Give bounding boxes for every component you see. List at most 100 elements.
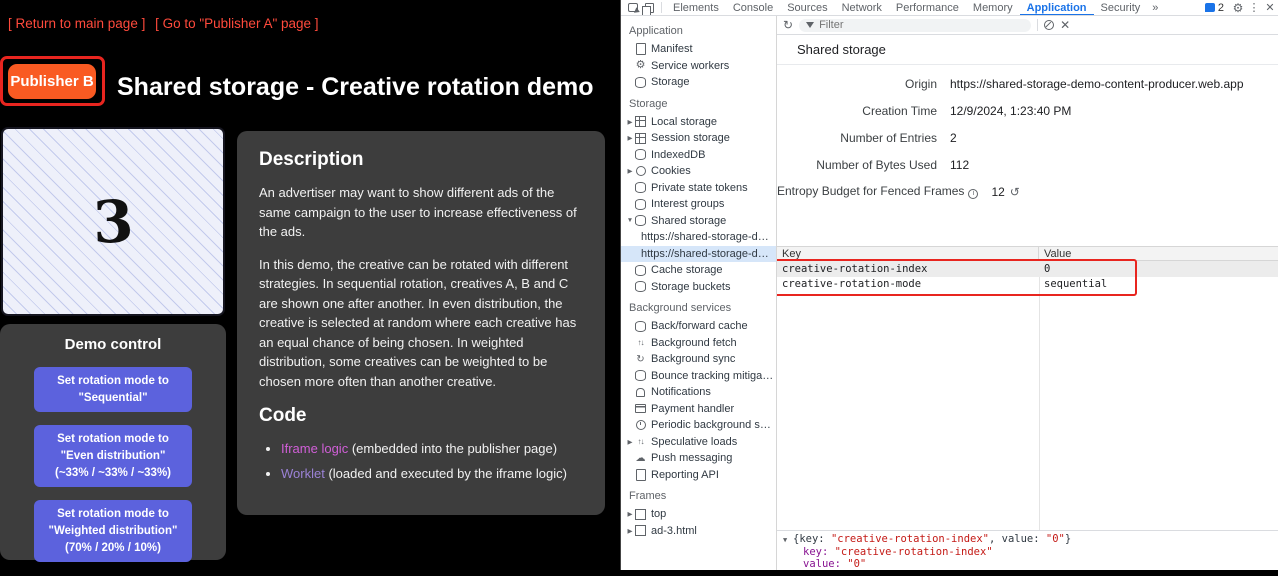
sidebar-item-indexeddb[interactable]: IndexedDB bbox=[621, 147, 776, 164]
tab-performance[interactable]: Performance bbox=[889, 0, 966, 16]
key-value-grid: Key Value creative-rotation-index 0 crea… bbox=[777, 246, 1278, 530]
info-icon[interactable]: i bbox=[968, 189, 978, 199]
sidebar-item-session-storage[interactable]: Session storage bbox=[621, 130, 776, 147]
sidebar-section-background-services: Background services bbox=[621, 295, 776, 318]
iframe-icon bbox=[635, 525, 646, 536]
ad-creative-frame: 3 bbox=[1, 127, 225, 316]
expand-arrow-icon[interactable] bbox=[625, 527, 635, 535]
interest-groups-icon bbox=[635, 199, 646, 210]
grid-column-value[interactable]: Value bbox=[1039, 247, 1278, 260]
expander-icon[interactable]: ▼ bbox=[783, 534, 793, 547]
settings-icon[interactable]: ⚙ bbox=[1230, 1, 1246, 15]
creative-number: 3 bbox=[92, 187, 135, 256]
sidebar-item-reporting-api[interactable]: Reporting API bbox=[621, 467, 776, 484]
sidebar-item-background-sync[interactable]: Background sync bbox=[621, 351, 776, 368]
sidebar-item-push-messaging[interactable]: Push messaging bbox=[621, 450, 776, 467]
sidebar-item-local-storage[interactable]: Local storage bbox=[621, 114, 776, 131]
more-tabs-button[interactable]: » bbox=[1147, 0, 1163, 16]
preview-summary[interactable]: ▼{key: "creative-rotation-index", value:… bbox=[777, 533, 1278, 546]
grid-row-rotation-index[interactable]: creative-rotation-index 0 bbox=[777, 261, 1278, 277]
sidebar-item-notifications[interactable]: Notifications bbox=[621, 384, 776, 401]
tab-security[interactable]: Security bbox=[1094, 0, 1148, 16]
tab-application[interactable]: Application bbox=[1020, 0, 1094, 16]
console-count-badge[interactable]: 2 bbox=[1205, 2, 1224, 14]
tab-elements[interactable]: Elements bbox=[666, 0, 726, 16]
grid-row-rotation-mode[interactable]: creative-rotation-mode sequential bbox=[777, 277, 1278, 293]
sidebar-item-shared-origin-1[interactable]: https://shared-storage-d… bbox=[621, 229, 776, 246]
sidebar-item-payment-handler[interactable]: Payment handler bbox=[621, 401, 776, 418]
expand-arrow-icon[interactable] bbox=[625, 134, 635, 142]
bounce-tracking-icon bbox=[635, 370, 646, 381]
collapse-arrow-icon[interactable] bbox=[625, 217, 635, 224]
payment-handler-icon bbox=[635, 403, 646, 414]
storage-buckets-icon bbox=[635, 281, 646, 292]
grid-column-key[interactable]: Key bbox=[777, 247, 1039, 260]
session-storage-icon bbox=[635, 133, 646, 144]
entry-preview-pane: ▼{key: "creative-rotation-index", value:… bbox=[777, 530, 1278, 570]
shared-storage-icon bbox=[635, 215, 646, 226]
refresh-icon[interactable]: ↻ bbox=[783, 18, 793, 32]
expand-arrow-icon[interactable] bbox=[625, 510, 635, 518]
indexeddb-icon bbox=[635, 149, 646, 160]
devtools-body: Application Manifest Service workers Sto… bbox=[621, 16, 1278, 570]
local-storage-icon bbox=[635, 116, 646, 127]
inspect-icon[interactable] bbox=[625, 1, 641, 15]
code-item-iframe-rest: (embedded into the publisher page) bbox=[348, 441, 557, 456]
metadata-row-bytes: Number of Bytes Used 112 bbox=[777, 151, 1278, 178]
publisher-b-button[interactable]: Publisher B bbox=[8, 64, 96, 99]
tab-sources[interactable]: Sources bbox=[780, 0, 834, 16]
sidebar-item-cache-storage[interactable]: Cache storage bbox=[621, 262, 776, 279]
sidebar-item-background-fetch[interactable]: Background fetch bbox=[621, 335, 776, 352]
more-options-icon[interactable]: ⋮ bbox=[1246, 1, 1262, 15]
sidebar-item-storage-buckets[interactable]: Storage buckets bbox=[621, 279, 776, 296]
sidebar-item-periodic-sync[interactable]: Periodic background s… bbox=[621, 417, 776, 434]
metadata-row-entries: Number of Entries 2 bbox=[777, 125, 1278, 152]
delete-selected-icon[interactable]: ✕ bbox=[1060, 18, 1070, 32]
tab-network[interactable]: Network bbox=[835, 0, 889, 16]
sidebar-item-interest-groups[interactable]: Interest groups bbox=[621, 196, 776, 213]
grid-header: Key Value bbox=[777, 246, 1278, 261]
tab-memory[interactable]: Memory bbox=[966, 0, 1020, 16]
sidebar-item-shared-origin-2[interactable]: https://shared-storage-d… bbox=[621, 246, 776, 263]
cache-storage-icon bbox=[635, 265, 646, 276]
iframe-logic-link[interactable]: Iframe logic bbox=[281, 441, 348, 456]
sidebar-item-private-state-tokens[interactable]: Private state tokens bbox=[621, 180, 776, 197]
reset-budget-icon[interactable]: ↺ bbox=[1010, 185, 1020, 199]
rotation-even-button[interactable]: Set rotation mode to "Even distribution"… bbox=[34, 425, 192, 487]
clear-all-icon[interactable] bbox=[1044, 20, 1054, 30]
rotation-weighted-button[interactable]: Set rotation mode to "Weighted distribut… bbox=[34, 500, 192, 562]
tab-console[interactable]: Console bbox=[726, 0, 780, 16]
close-devtools-icon[interactable]: ✕ bbox=[1262, 1, 1278, 15]
publisher-a-link[interactable]: [ Go to "Publisher A" page ] bbox=[155, 16, 318, 31]
sidebar-item-shared-storage[interactable]: Shared storage bbox=[621, 213, 776, 230]
top-nav: [ Return to main page ] [ Go to "Publish… bbox=[8, 16, 325, 31]
sidebar-item-bf-cache[interactable]: Back/forward cache bbox=[621, 318, 776, 335]
sidebar-item-storage[interactable]: Storage bbox=[621, 74, 776, 91]
rotation-sequential-button[interactable]: Set rotation mode to "Sequential" bbox=[34, 367, 192, 412]
sidebar-item-service-workers[interactable]: Service workers bbox=[621, 58, 776, 75]
code-item-worklet: Worklet (loaded and executed by the ifra… bbox=[281, 464, 583, 484]
sidebar-item-manifest[interactable]: Manifest bbox=[621, 41, 776, 58]
screenshot-root: [ Return to main page ] [ Go to "Publish… bbox=[0, 0, 1278, 576]
code-item-iframe: Iframe logic (embedded into the publishe… bbox=[281, 439, 583, 459]
sidebar-item-frame-ad3[interactable]: ad-3.html bbox=[621, 523, 776, 540]
tabbar-separator bbox=[661, 2, 662, 13]
device-toolbar-icon[interactable] bbox=[641, 1, 657, 15]
bf-cache-icon bbox=[635, 321, 646, 332]
filter-input[interactable] bbox=[819, 19, 999, 31]
panel-toolbar: ↻ ✕ bbox=[777, 16, 1278, 35]
worklet-link[interactable]: Worklet bbox=[281, 466, 325, 481]
sidebar-item-bounce-tracking[interactable]: Bounce tracking mitiga… bbox=[621, 368, 776, 385]
sidebar-item-speculative-loads[interactable]: Speculative loads bbox=[621, 434, 776, 451]
publisher-page: [ Return to main page ] [ Go to "Publish… bbox=[0, 0, 620, 576]
application-sidebar: Application Manifest Service workers Sto… bbox=[621, 16, 777, 570]
expand-arrow-icon[interactable] bbox=[625, 167, 635, 175]
expand-arrow-icon[interactable] bbox=[625, 118, 635, 126]
metadata-row-origin: Origin https://shared-storage-demo-conte… bbox=[777, 71, 1278, 98]
expand-arrow-icon[interactable] bbox=[625, 438, 635, 446]
manifest-icon bbox=[635, 44, 646, 55]
storage-icon bbox=[635, 77, 646, 88]
sidebar-item-cookies[interactable]: Cookies bbox=[621, 163, 776, 180]
sidebar-item-frame-top[interactable]: top bbox=[621, 506, 776, 523]
return-main-link[interactable]: [ Return to main page ] bbox=[8, 16, 145, 31]
